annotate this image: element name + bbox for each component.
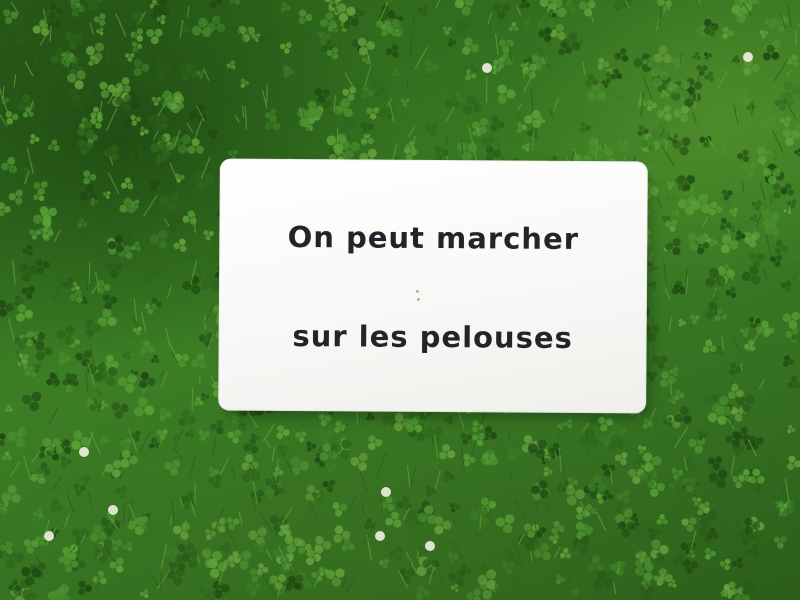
- lawn-photo: On peut marcher sur les pelouses: [0, 0, 800, 600]
- sign-rivet: [416, 297, 420, 301]
- sign-text-line-2: sur les pelouses: [292, 319, 573, 355]
- sign-text-line-1: On peut marcher: [287, 219, 580, 257]
- lawn-sign: On peut marcher sur les pelouses: [218, 158, 648, 414]
- sign-rivet: [415, 289, 419, 293]
